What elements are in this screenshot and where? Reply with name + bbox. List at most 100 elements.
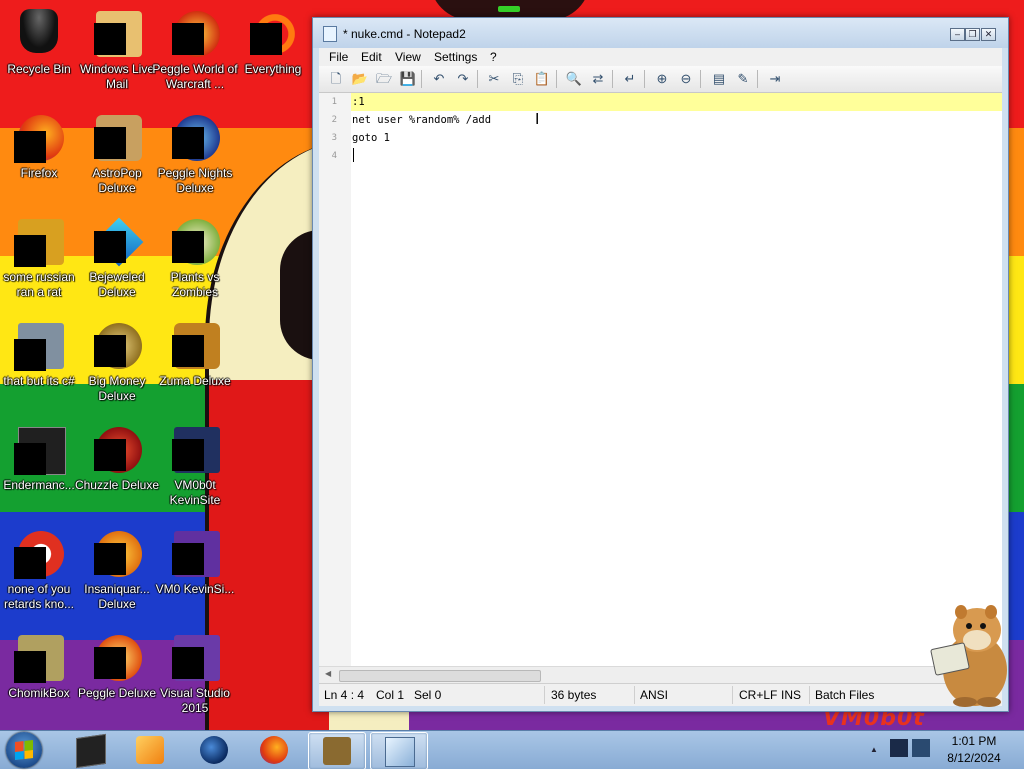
taskbar-media-player[interactable]: [122, 732, 178, 768]
desktop-icon-chuzzle[interactable]: Chuzzle Deluxe: [75, 421, 159, 521]
status-separator: [809, 686, 810, 704]
taskbar-globe[interactable]: [186, 732, 242, 768]
desktop-icon-zuma[interactable]: Zuma Deluxe: [156, 317, 234, 417]
status-selection: Sel 0: [414, 688, 442, 702]
save-icon[interactable]: 💾: [399, 70, 417, 88]
menu-settings[interactable]: Settings: [434, 50, 477, 64]
desktop-icon-that-but-csharp[interactable]: that but its c#: [0, 317, 78, 417]
status-encoding: ANSI: [640, 688, 669, 702]
menu-edit[interactable]: Edit: [361, 50, 382, 64]
start-button[interactable]: [6, 732, 42, 768]
customize-scheme-icon[interactable]: ✎: [734, 70, 752, 88]
zoom-in-icon[interactable]: ⊕: [653, 70, 671, 88]
undo-icon[interactable]: ↶: [430, 70, 448, 88]
horizontal-scrollbar[interactable]: ◀: [319, 666, 1002, 684]
zoom-out-icon[interactable]: ⊖: [677, 70, 695, 88]
desktop-icon-visual-studio[interactable]: Visual Studio 2015: [156, 629, 234, 729]
editor-area[interactable]: 1 2 3 4 :1 net user %random% /add goto 1…: [319, 93, 1002, 666]
desktop-icon-big-money[interactable]: Big Money Deluxe: [78, 317, 156, 417]
taskbar-chomikbox[interactable]: [308, 732, 366, 770]
code-line: net user %random% /add: [352, 114, 492, 126]
network-icon[interactable]: [890, 739, 908, 757]
desktop-icon-windows-live-mail[interactable]: Windows Live Mail: [78, 5, 156, 105]
redacted-icon: [250, 23, 282, 55]
title-bar[interactable]: * nuke.cmd - Notepad2 – ❐ ✕: [313, 18, 1008, 48]
desktop-icon-everything[interactable]: Everything: [234, 5, 312, 105]
desktop-icon-bejeweled[interactable]: Bejeweled Deluxe: [78, 213, 156, 313]
scrollbar-thumb[interactable]: [339, 670, 541, 682]
desktop-icon-insaniquarium[interactable]: Insaniquar... Deluxe: [78, 525, 156, 625]
firefox-icon: [260, 736, 288, 764]
redacted-icon: [14, 443, 46, 475]
redacted-icon: [172, 543, 204, 575]
ibeam-cursor-icon: I: [535, 110, 540, 128]
redacted-icon: [172, 439, 204, 471]
globe-icon: [200, 736, 228, 764]
line-number-gutter: 1 2 3 4: [319, 93, 351, 666]
close-button[interactable]: ✕: [981, 28, 996, 41]
menu-view[interactable]: View: [395, 50, 421, 64]
toolbar-separator: [612, 70, 613, 88]
redo-icon[interactable]: ↷: [454, 70, 472, 88]
paste-icon[interactable]: 📋: [533, 70, 551, 88]
taskbar-notepad2[interactable]: [370, 732, 428, 770]
minimize-button[interactable]: –: [950, 28, 965, 41]
desktop-icon-astropop[interactable]: AstroPop Deluxe: [78, 109, 156, 209]
scroll-left-icon[interactable]: ◀: [325, 669, 331, 678]
scheme-icon[interactable]: ▤: [710, 70, 728, 88]
wordwrap-icon[interactable]: ↵: [621, 70, 639, 88]
browse-icon[interactable]: 🗁: [375, 70, 393, 88]
replace-icon[interactable]: ⇄: [589, 70, 607, 88]
terminal-icon: [76, 733, 106, 769]
action-center-icon[interactable]: [912, 739, 930, 757]
system-clock[interactable]: 1:01 PM 8/12/2024: [938, 733, 1010, 767]
status-position: Ln 4 : 4: [324, 688, 365, 702]
desktop-icon-plants-vs-zombies[interactable]: Plants vs Zombies: [156, 213, 234, 313]
redacted-icon: [14, 651, 46, 683]
taskbar-terminal[interactable]: [62, 732, 118, 769]
open-icon[interactable]: 📂: [351, 70, 369, 88]
clock-date: 8/12/2024: [947, 751, 1001, 765]
desktop-icon-recycle-bin[interactable]: Recycle Bin: [0, 5, 78, 105]
status-bar: Ln 4 : 4 Col 1 Sel 0 36 bytes ANSI CR+LF…: [319, 683, 1002, 706]
desktop-icon-endermanch[interactable]: Endermanc...: [0, 421, 78, 521]
desktop-icon-firefox[interactable]: Firefox: [0, 109, 78, 209]
desktop-icon-vm0b0t-kevinsite[interactable]: VM0b0t KevinSite: [156, 421, 234, 521]
chomikbox-icon: [323, 737, 351, 765]
redacted-icon: [14, 339, 46, 371]
menu-bar: File Edit View Settings ?: [319, 48, 1002, 66]
copy-icon[interactable]: ⎘: [509, 70, 527, 88]
current-line-highlight: [351, 93, 1002, 111]
notepad2-window: * nuke.cmd - Notepad2 – ❐ ✕ File Edit Vi…: [312, 17, 1009, 712]
menu-help[interactable]: ?: [490, 50, 497, 64]
status-scheme: Batch Files: [815, 688, 875, 702]
redacted-icon: [94, 231, 126, 263]
redacted-icon: [172, 231, 204, 263]
recycle-bin-icon: [20, 9, 58, 53]
desktop-icon-vm0-kevinsite[interactable]: VM0 KevinSi...: [156, 525, 234, 625]
menu-file[interactable]: File: [329, 50, 348, 64]
redacted-icon: [94, 23, 126, 55]
cut-icon[interactable]: ✂: [485, 70, 503, 88]
desktop-icon-peggle-deluxe[interactable]: Peggle Deluxe: [78, 629, 156, 729]
redacted-icon: [94, 335, 126, 367]
taskbar-firefox[interactable]: [246, 732, 302, 768]
status-size: 36 bytes: [551, 688, 597, 702]
status-separator: [732, 686, 733, 704]
desktop-icon-none-of-you[interactable]: none of you retards kno...: [0, 525, 78, 625]
restore-button[interactable]: ❐: [965, 28, 980, 41]
exit-icon[interactable]: ⇥: [766, 70, 784, 88]
desktop-icon-peggle-nights[interactable]: Peggle Nights Deluxe: [156, 109, 234, 209]
hamster-mascot: [930, 605, 1007, 707]
redacted-icon: [94, 647, 126, 679]
desktop-icon-chomikbox[interactable]: ChomikBox: [0, 629, 78, 729]
new-icon[interactable]: 🗋: [327, 70, 345, 88]
show-hidden-icons-button[interactable]: ▲: [870, 745, 878, 754]
redacted-icon: [94, 543, 126, 575]
find-icon[interactable]: 🔍: [565, 70, 583, 88]
desktop-icon-russian-rat[interactable]: some russian ran a rat: [0, 213, 78, 313]
redacted-icon: [14, 131, 46, 163]
notepad-icon: [385, 737, 415, 767]
redacted-icon: [172, 23, 204, 55]
desktop-icon-peggle-wow[interactable]: Peggle World of Warcraft ...: [152, 5, 238, 105]
